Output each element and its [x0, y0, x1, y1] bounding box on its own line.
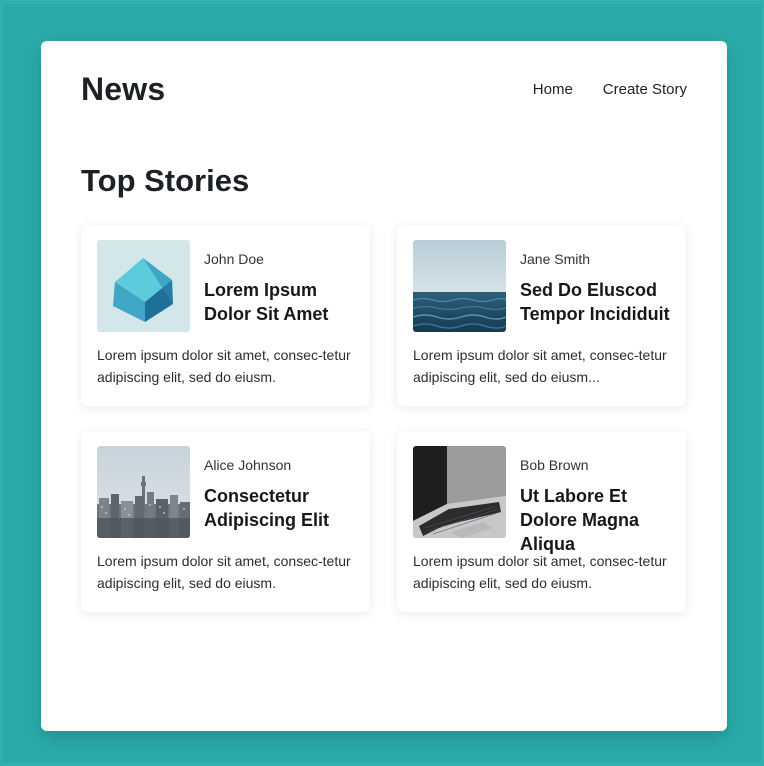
story-excerpt: Lorem ipsum dolor sit amet, consec-tetur… — [413, 347, 667, 385]
stories-grid: John Doe Lorem Ipsum Dolor Sit Amet Lore… — [81, 225, 686, 612]
story-card[interactable]: Bob Brown Ut Labore Et Dolore Magna Aliq… — [397, 431, 686, 612]
story-excerpt: Lorem ipsum dolor sit amet, consec-tetur… — [413, 553, 667, 591]
city-image — [97, 446, 190, 538]
site-header: News Home Create Story — [81, 67, 687, 111]
cube-image — [97, 240, 190, 332]
story-author: Bob Brown — [520, 457, 589, 473]
laptop-image — [413, 446, 506, 538]
story-author: John Doe — [204, 251, 264, 267]
story-excerpt: Lorem ipsum dolor sit amet, consec-tetur… — [97, 553, 351, 591]
news-panel: News Home Create Story Top Stories John … — [41, 41, 727, 731]
nav-create-story-link[interactable]: Create Story — [603, 81, 687, 98]
story-title[interactable]: Consectetur Adipiscing Elit — [204, 484, 364, 532]
story-author: Alice Johnson — [204, 457, 292, 473]
section-title: Top Stories — [81, 163, 250, 198]
story-title[interactable]: Sed Do Eluscod Tempor Incididuit — [520, 278, 680, 326]
story-author: Jane Smith — [520, 251, 591, 267]
story-card[interactable]: John Doe Lorem Ipsum Dolor Sit Amet Lore… — [81, 225, 370, 406]
story-excerpt: Lorem ipsum dolor sit amet, consec-tetur… — [97, 347, 351, 385]
story-card[interactable]: Alice Johnson Consectetur Adipiscing Eli… — [81, 431, 370, 612]
ocean-image — [413, 240, 506, 332]
nav-home-link[interactable]: Home — [533, 81, 573, 98]
main-nav: Home Create Story — [533, 81, 687, 98]
site-brand[interactable]: News — [81, 71, 165, 108]
story-title[interactable]: Ut Labore Et Dolore Magna Aliqua — [520, 484, 680, 556]
story-card[interactable]: Jane Smith Sed Do Eluscod Tempor Incidid… — [397, 225, 686, 406]
story-title[interactable]: Lorem Ipsum Dolor Sit Amet — [204, 278, 364, 326]
